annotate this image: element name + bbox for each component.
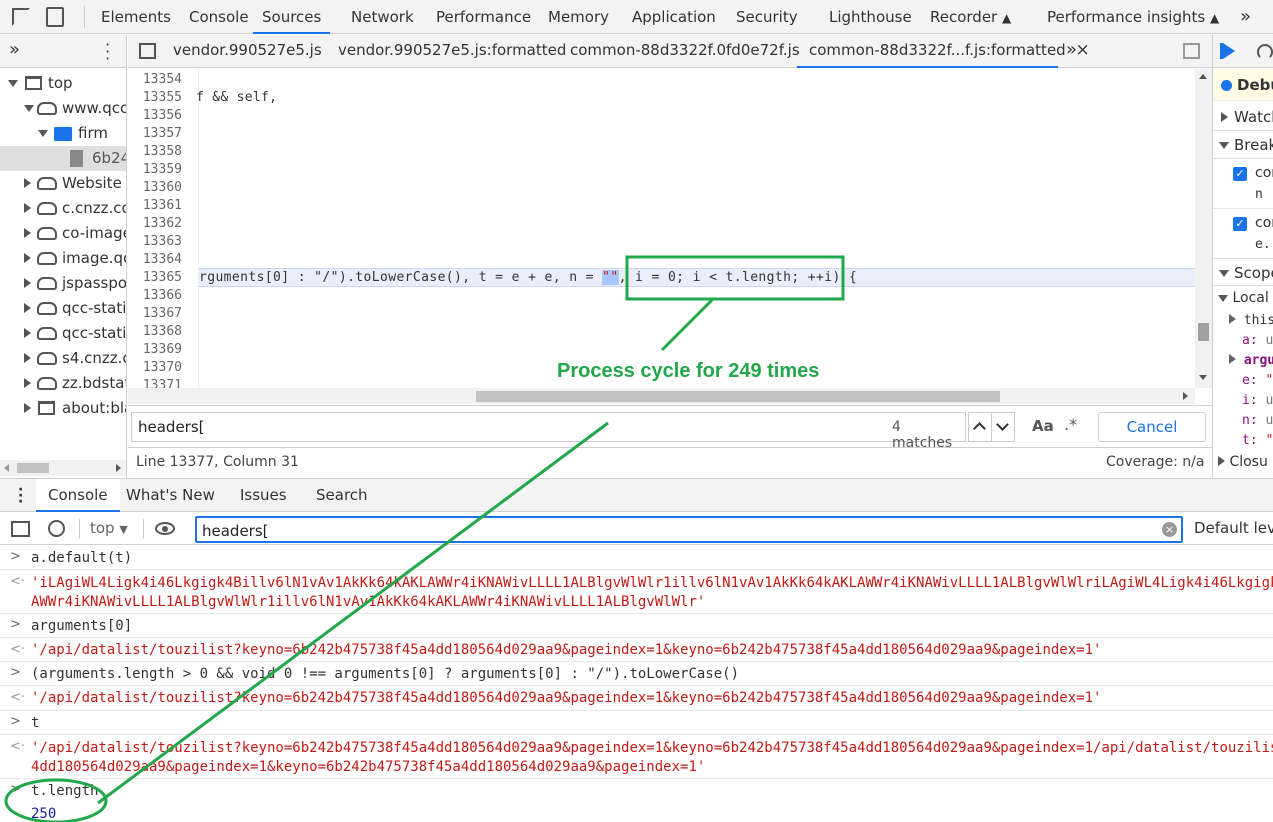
annotation-overlay [4,255,845,822]
annotation-box [625,255,845,301]
annotation-ellipse [4,778,108,822]
annotation-text: Process cycle for 249 times [557,360,820,382]
annotation-pointer-line [660,298,714,352]
annotation-connector-line [97,421,609,805]
